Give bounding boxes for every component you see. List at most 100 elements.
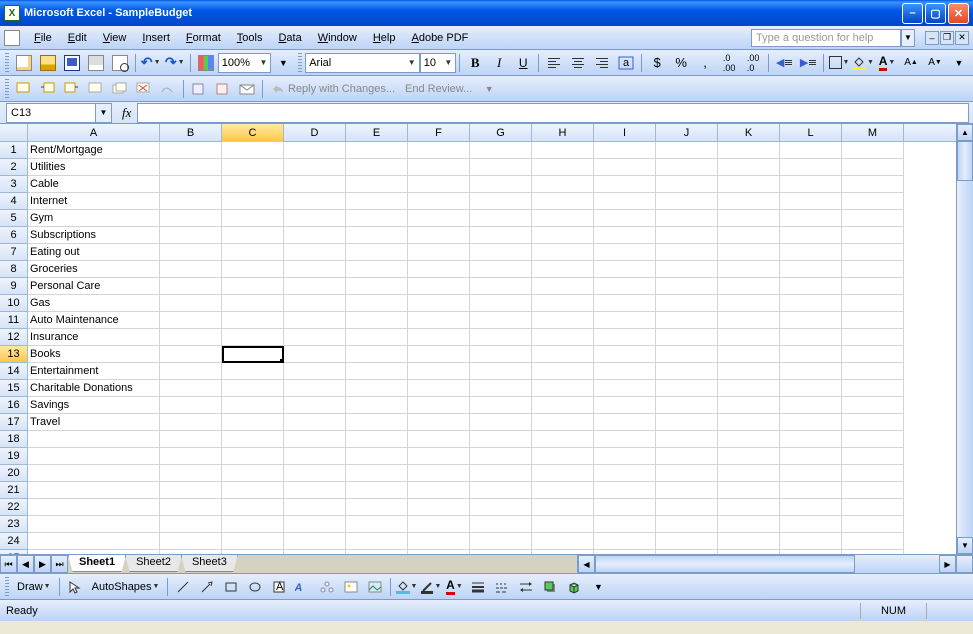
column-header-D[interactable]: D <box>284 124 346 142</box>
cell-H2[interactable] <box>532 159 594 176</box>
cell-L16[interactable] <box>780 397 842 414</box>
cell-K7[interactable] <box>718 244 780 261</box>
cell-F17[interactable] <box>408 414 470 431</box>
cell-E8[interactable] <box>346 261 408 278</box>
cell-A4[interactable]: Internet <box>28 193 160 210</box>
cell-M7[interactable] <box>842 244 904 261</box>
cell-L9[interactable] <box>780 278 842 295</box>
cell-J5[interactable] <box>656 210 718 227</box>
rectangle-button[interactable] <box>220 576 242 598</box>
row-header-9[interactable]: 9 <box>0 278 28 295</box>
cell-H11[interactable] <box>532 312 594 329</box>
cell-C22[interactable] <box>222 499 284 516</box>
update-file-button[interactable] <box>212 78 234 100</box>
cell-M6[interactable] <box>842 227 904 244</box>
cell-J4[interactable] <box>656 193 718 210</box>
cell-C1[interactable] <box>222 142 284 159</box>
create-task-button[interactable] <box>188 78 210 100</box>
cell-B19[interactable] <box>160 448 222 465</box>
cell-A1[interactable]: Rent/Mortgage <box>28 142 160 159</box>
align-left-button[interactable] <box>543 52 565 74</box>
cell-F24[interactable] <box>408 533 470 550</box>
cell-A20[interactable] <box>28 465 160 482</box>
column-header-A[interactable]: A <box>28 124 160 142</box>
cell-F20[interactable] <box>408 465 470 482</box>
cell-E5[interactable] <box>346 210 408 227</box>
cell-E22[interactable] <box>346 499 408 516</box>
cell-G3[interactable] <box>470 176 532 193</box>
cell-A19[interactable] <box>28 448 160 465</box>
select-objects-button[interactable] <box>64 576 86 598</box>
column-header-C[interactable]: C <box>222 124 284 142</box>
cell-J18[interactable] <box>656 431 718 448</box>
cell-H15[interactable] <box>532 380 594 397</box>
cell-C5[interactable] <box>222 210 284 227</box>
cell-K3[interactable] <box>718 176 780 193</box>
row-header-2[interactable]: 2 <box>0 159 28 176</box>
menu-data[interactable]: Data <box>270 29 309 47</box>
row-header-20[interactable]: 20 <box>0 465 28 482</box>
close-button[interactable]: ✕ <box>948 3 969 24</box>
cell-C18[interactable] <box>222 431 284 448</box>
cell-B4[interactable] <box>160 193 222 210</box>
name-box-dropdown[interactable]: ▼ <box>96 103 112 123</box>
cell-L8[interactable] <box>780 261 842 278</box>
cell-J14[interactable] <box>656 363 718 380</box>
cell-D10[interactable] <box>284 295 346 312</box>
cell-F4[interactable] <box>408 193 470 210</box>
cell-G5[interactable] <box>470 210 532 227</box>
cell-D2[interactable] <box>284 159 346 176</box>
cell-I4[interactable] <box>594 193 656 210</box>
end-review-button[interactable]: End Review... <box>401 78 476 100</box>
dash-style-button[interactable] <box>491 576 513 598</box>
comma-style-button[interactable]: , <box>694 52 716 74</box>
font-size-combo[interactable]: 10▼ <box>420 53 457 73</box>
show-all-comments-button[interactable] <box>109 78 131 100</box>
cell-I11[interactable] <box>594 312 656 329</box>
cell-M8[interactable] <box>842 261 904 278</box>
decrease-decimal-button[interactable]: .00.0 <box>742 52 764 74</box>
cell-J11[interactable] <box>656 312 718 329</box>
cell-E21[interactable] <box>346 482 408 499</box>
cell-E14[interactable] <box>346 363 408 380</box>
row-header-21[interactable]: 21 <box>0 482 28 499</box>
reply-changes-button[interactable]: Reply with Changes... <box>267 78 399 100</box>
cell-H25[interactable] <box>532 550 594 554</box>
cell-D17[interactable] <box>284 414 346 431</box>
menu-help[interactable]: Help <box>365 29 404 47</box>
cell-E24[interactable] <box>346 533 408 550</box>
line-button[interactable] <box>172 576 194 598</box>
row-header-10[interactable]: 10 <box>0 295 28 312</box>
cell-K5[interactable] <box>718 210 780 227</box>
cell-H9[interactable] <box>532 278 594 295</box>
cell-M11[interactable] <box>842 312 904 329</box>
row-header-11[interactable]: 11 <box>0 312 28 329</box>
cell-G19[interactable] <box>470 448 532 465</box>
cell-A18[interactable] <box>28 431 160 448</box>
row-header-3[interactable]: 3 <box>0 176 28 193</box>
cell-G20[interactable] <box>470 465 532 482</box>
cell-I22[interactable] <box>594 499 656 516</box>
cell-I6[interactable] <box>594 227 656 244</box>
cell-C13[interactable] <box>222 346 284 363</box>
cell-H4[interactable] <box>532 193 594 210</box>
arrow-button[interactable] <box>196 576 218 598</box>
cell-L22[interactable] <box>780 499 842 516</box>
row-header-14[interactable]: 14 <box>0 363 28 380</box>
cell-K4[interactable] <box>718 193 780 210</box>
cell-G16[interactable] <box>470 397 532 414</box>
cell-A8[interactable]: Groceries <box>28 261 160 278</box>
row-header-1[interactable]: 1 <box>0 142 28 159</box>
cell-K15[interactable] <box>718 380 780 397</box>
cell-I23[interactable] <box>594 516 656 533</box>
cell-K21[interactable] <box>718 482 780 499</box>
cell-F23[interactable] <box>408 516 470 533</box>
cell-L12[interactable] <box>780 329 842 346</box>
cell-H12[interactable] <box>532 329 594 346</box>
cell-C15[interactable] <box>222 380 284 397</box>
cell-C8[interactable] <box>222 261 284 278</box>
save-button[interactable] <box>61 52 83 74</box>
cell-A2[interactable]: Utilities <box>28 159 160 176</box>
arrow-style-button[interactable] <box>515 576 537 598</box>
cell-M4[interactable] <box>842 193 904 210</box>
